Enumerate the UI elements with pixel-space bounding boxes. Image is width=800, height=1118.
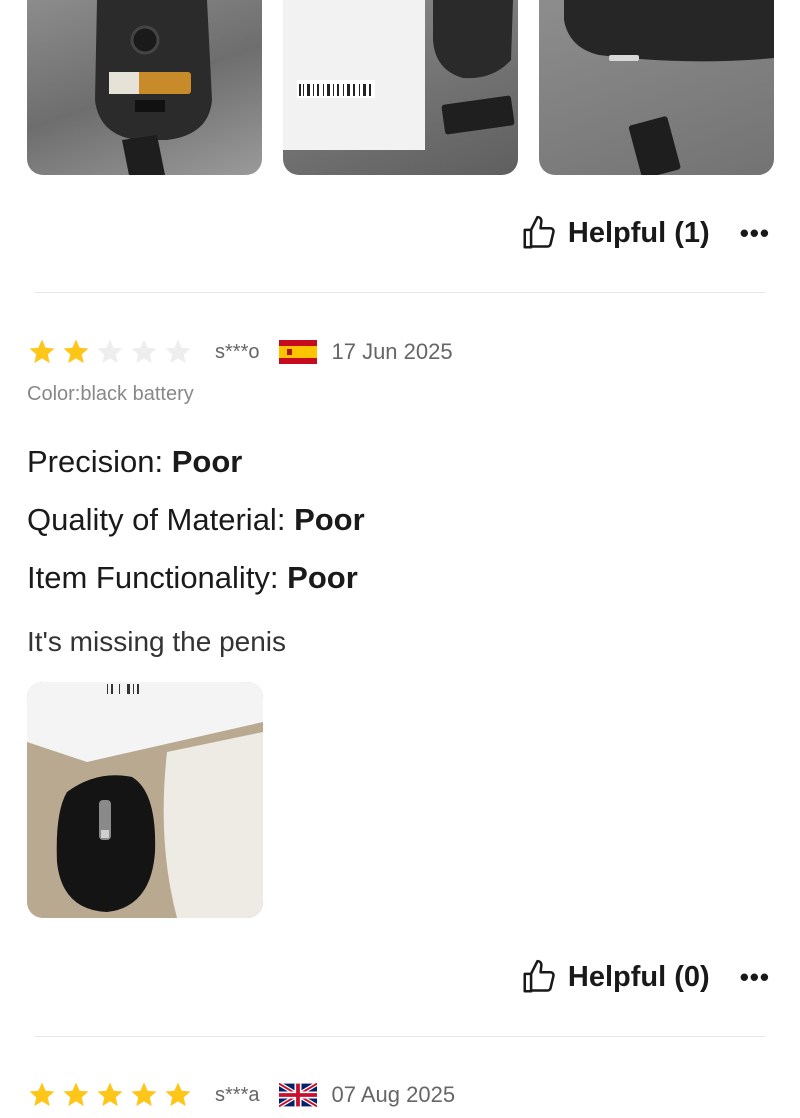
divider xyxy=(35,292,765,293)
review-2-actions: Helpful (0) ••• xyxy=(520,958,770,996)
attribute-value: Poor xyxy=(294,502,365,537)
attribute-label: Precision: xyxy=(27,444,164,479)
helpful-label: Helpful (1) xyxy=(567,216,710,249)
review-photo-mouse-in-box[interactable] xyxy=(27,682,263,918)
review-photo-mouse-side[interactable] xyxy=(539,0,774,175)
star-filled-icon xyxy=(63,1082,89,1107)
thumbs-up-icon xyxy=(523,959,555,993)
more-options-button[interactable]: ••• xyxy=(740,964,770,990)
helpful-button[interactable]: Helpful (0) xyxy=(520,958,710,996)
helpful-label: Helpful (0) xyxy=(567,960,710,993)
attribute-quality: Quality of Material: Poor xyxy=(27,502,365,538)
review-photo-box-and-mouse[interactable] xyxy=(283,0,518,175)
helpful-button[interactable]: Helpful (1) xyxy=(520,214,710,252)
reviewer-name: s***o xyxy=(215,340,260,363)
uk-flag-icon xyxy=(279,1083,318,1107)
review-date: 07 Aug 2025 xyxy=(331,1082,456,1107)
review-date: 17 Jun 2025 xyxy=(331,339,453,364)
review-3-header: s***a 07 Aug 2025 xyxy=(27,1080,455,1110)
star-filled-icon xyxy=(29,1082,55,1107)
star-filled-icon xyxy=(29,339,55,364)
review-photos-row xyxy=(27,0,774,175)
attribute-label: Item Functionality: xyxy=(27,560,279,595)
attribute-label: Quality of Material: xyxy=(27,502,286,537)
star-filled-icon xyxy=(97,1082,123,1107)
review-comment: It's missing the penis xyxy=(27,626,287,657)
divider xyxy=(35,1036,765,1037)
star-filled-icon xyxy=(165,1082,191,1107)
review-2-header: s***o 17 Jun 2025 xyxy=(27,337,453,367)
product-variant: Color:black battery xyxy=(27,383,194,405)
attribute-precision: Precision: Poor xyxy=(27,444,242,480)
review-photo-battery-compartment[interactable] xyxy=(27,0,262,175)
thumbs-up-icon xyxy=(523,215,555,249)
star-filled-icon xyxy=(63,339,89,364)
star-filled-icon xyxy=(131,1082,157,1107)
star-empty-icon xyxy=(165,339,191,364)
spain-flag-icon xyxy=(279,340,318,364)
star-empty-icon xyxy=(97,339,123,364)
reviewer-name: s***a xyxy=(215,1083,260,1106)
more-options-button[interactable]: ••• xyxy=(740,220,770,246)
star-rating xyxy=(27,1080,193,1110)
attribute-value: Poor xyxy=(287,560,358,595)
review-1-actions: Helpful (1) ••• xyxy=(520,214,770,252)
attribute-functionality: Item Functionality: Poor xyxy=(27,560,358,596)
star-empty-icon xyxy=(131,339,157,364)
attribute-value: Poor xyxy=(171,444,243,479)
star-rating xyxy=(27,337,193,367)
